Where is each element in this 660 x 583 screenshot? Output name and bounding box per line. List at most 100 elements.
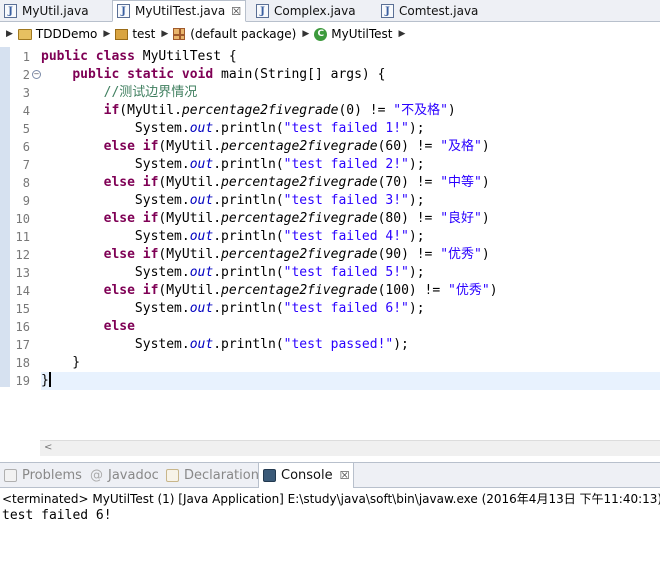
tab-myutil-java[interactable]: J MyUtil.java [0,0,110,22]
code-text: .println( [213,121,284,136]
code-text: (0) != [338,103,394,118]
keyword: public [72,67,120,82]
keyword: else if [103,139,159,154]
chevron-right-icon[interactable]: ▶ [399,29,406,39]
tab-declaration[interactable]: Declaration [166,463,259,487]
tab-javadoc[interactable]: @ Javadoc [90,463,159,487]
string-literal: "优秀" [440,247,482,262]
string-literal: "不及格" [393,103,448,118]
tab-problems[interactable]: Problems [4,463,82,487]
code-line: //测试边界情况 [41,84,660,102]
line-number: 9 [22,194,30,208]
string-literal: "test failed 1!" [283,121,409,136]
code-text: ); [408,193,425,208]
code-text: (70) != [377,175,441,190]
static-field: out [189,193,214,208]
static-field: out [189,337,214,352]
chevron-right-icon[interactable]: ▶ [161,29,168,39]
code-text: (80) != [377,211,441,226]
comment: //测试边界情况 [103,85,198,100]
console-status-line: <terminated> MyUtilTest (1) [Java Applic… [2,492,660,506]
close-icon[interactable]: ☒ [231,5,241,18]
line-number: 6 [22,140,30,154]
code-text: ); [408,157,425,172]
line-number: 12 [15,248,30,262]
code-text: (MyUtil. [158,247,222,262]
tab-label: MyUtil.java [22,4,89,18]
view-tab-bar: Problems @ Javadoc Declaration Console ☒ [0,462,660,488]
code-text: System. [134,337,190,352]
line-number: 16 [15,320,30,334]
code-text: System. [134,121,190,136]
problems-icon [4,468,17,482]
tab-label: Console [281,468,333,483]
code-text: ); [408,265,425,280]
code-line: System.out.println("test passed!"); [41,336,660,354]
code-line: else if(MyUtil.percentage2fivegrade(70) … [41,174,660,192]
breadcrumb-source-folder[interactable]: test [132,27,155,41]
code-text: ) [447,103,456,118]
keyword: public [41,49,88,64]
tab-label: Declaration [184,467,259,483]
java-file-icon: J [117,4,130,18]
code-text: .println( [213,301,284,316]
method-name: percentage2fivegrade [221,175,378,190]
java-file-icon: J [256,4,269,18]
code-text: main(String[] args) { [213,67,386,82]
code-text: (100) != [377,283,449,298]
tab-label: Javadoc [108,467,159,483]
code-text: .println( [213,157,284,172]
code-editor[interactable]: 1 2 − 3 4 5 6 7 8 9 10 11 12 13 14 15 16… [0,45,660,456]
tab-label: Problems [22,467,82,483]
tab-console[interactable]: Console ☒ [258,463,355,488]
keyword: else [103,319,135,334]
chevron-right-icon[interactable]: ▶ [103,29,110,39]
tab-complex-java[interactable]: J Complex.java [252,0,370,22]
tab-label: Comtest.java [399,4,479,18]
keyword: else if [103,211,159,226]
code-line: System.out.println("test failed 4!"); [41,228,660,246]
code-text: ) [489,283,498,298]
string-literal: "test passed!" [283,337,394,352]
keyword: else if [103,247,159,262]
breadcrumb-project[interactable]: TDDDemo [36,27,97,41]
keyword: class [95,49,135,64]
code-line: if(MyUtil.percentage2fivegrade(0) != "不及… [41,102,660,120]
line-number: 5 [22,122,30,136]
string-literal: "test failed 4!" [283,229,409,244]
code-text: } [41,373,49,388]
line-number: 11 [15,230,30,244]
code-text: .println( [213,229,284,244]
chevron-right-icon[interactable]: ▶ [302,29,309,39]
code-text: System. [134,301,190,316]
horizontal-scrollbar[interactable]: < [40,440,660,456]
code-text: (MyUtil. [158,139,222,154]
chevron-right-icon[interactable]: ▶ [6,29,13,39]
code-text: ); [408,229,425,244]
close-icon[interactable]: ☒ [340,469,350,482]
tab-comtest-java[interactable]: J Comtest.java [377,0,495,22]
breadcrumb-package[interactable]: (default package) [190,27,296,41]
code-text: System. [134,193,190,208]
package-icon [173,28,186,40]
code-text: (60) != [377,139,441,154]
code-text: ); [408,301,425,316]
code-line: else if(MyUtil.percentage2fivegrade(90) … [41,246,660,264]
line-number: 19 [15,374,30,388]
fold-toggle-icon[interactable]: − [32,70,41,79]
scroll-left-arrow-icon[interactable]: < [44,442,52,453]
tab-label: MyUtilTest.java [135,4,226,18]
tab-myutiltest-java[interactable]: J MyUtilTest.java ☒ [112,0,246,22]
code-text: (90) != [377,247,441,262]
line-number: 2 [22,68,30,82]
breadcrumb-class[interactable]: MyUtilTest [331,27,392,41]
static-field: out [189,229,214,244]
